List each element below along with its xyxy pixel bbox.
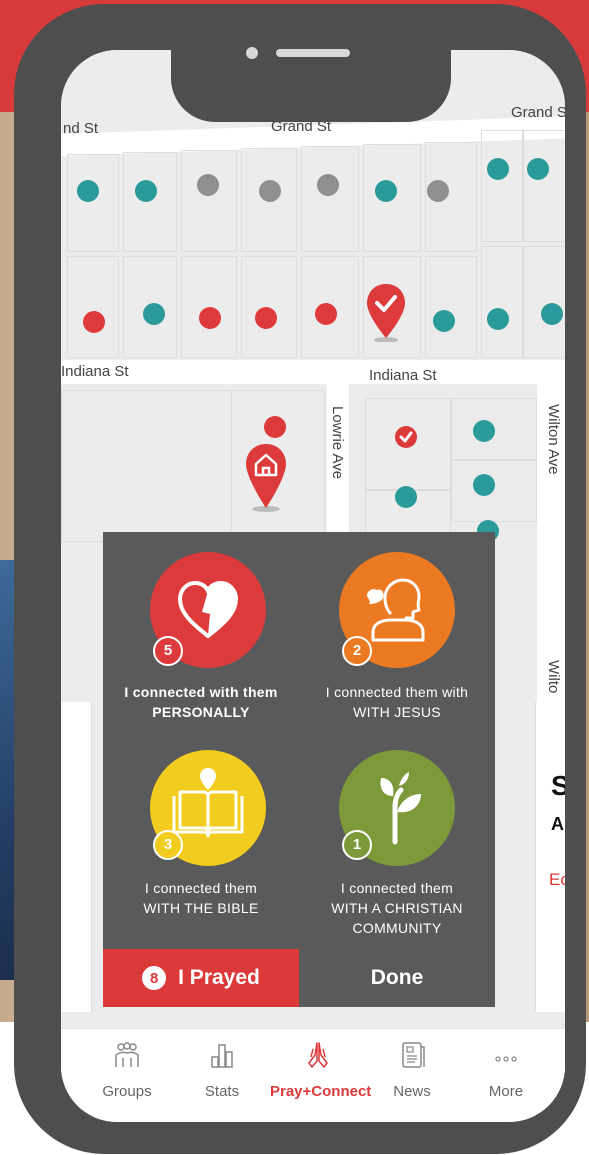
house-marker-teal[interactable]: [433, 310, 455, 332]
map-lot: [523, 246, 565, 358]
house-marker-checked[interactable]: [395, 426, 417, 448]
count-badge-jesus: 2: [342, 636, 372, 666]
house-marker-teal[interactable]: [487, 158, 509, 180]
check-pin-icon: [367, 284, 405, 343]
caption-line: WITH A CHRISTIAN: [331, 900, 463, 916]
speaker-bar: [276, 49, 350, 57]
i-prayed-button[interactable]: 8 I Prayed: [103, 949, 299, 1007]
map-pin-home[interactable]: [244, 442, 288, 517]
house-marker-teal[interactable]: [487, 308, 509, 330]
nav-label-more: More: [488, 1083, 524, 1100]
nav-item-groups[interactable]: Groups: [79, 1029, 175, 1122]
i-prayed-label: I Prayed: [178, 966, 260, 989]
caption-line: WITH JESUS: [353, 704, 441, 720]
stats-icon: [211, 1044, 233, 1068]
bottom-nav: Groups Stats Pray+Connect News More: [61, 1028, 565, 1122]
news-icon: [402, 1042, 425, 1068]
house-marker-red[interactable]: [255, 307, 277, 329]
house-marker-gray[interactable]: [317, 174, 339, 196]
house-marker-teal[interactable]: [77, 180, 99, 202]
caption-line: I connected them with: [325, 684, 469, 700]
nav-item-news[interactable]: News: [364, 1029, 460, 1122]
side-card-left[interactable]: [61, 702, 92, 1012]
map-lot: [123, 152, 177, 252]
nav-label-stats: Stats: [204, 1083, 240, 1100]
house-marker-red[interactable]: [264, 416, 286, 438]
praying-hands-icon: [308, 1042, 328, 1068]
more-icon: [495, 1056, 517, 1062]
map-lot: [523, 130, 565, 242]
nav-label-news: News: [393, 1083, 431, 1100]
map-lot: [301, 146, 359, 252]
street-label-lowrie: Lowrie Ave: [329, 406, 346, 480]
caption-community: I connected them WITH A CHRISTIAN COMMUN…: [299, 878, 495, 938]
house-marker-teal[interactable]: [375, 180, 397, 202]
caption-line: WITH THE BIBLE: [143, 900, 259, 916]
map-lot: [67, 154, 119, 252]
house-marker-gray[interactable]: [427, 180, 449, 202]
house-marker-gray[interactable]: [259, 180, 281, 202]
checkmark-icon: [399, 431, 413, 443]
count-badge-community: 1: [342, 830, 372, 860]
house-marker-red[interactable]: [199, 307, 221, 329]
street-label-wilton-lower: Wilto: [545, 660, 562, 694]
house-marker-teal[interactable]: [135, 180, 157, 202]
caption-line: COMMUNITY: [352, 920, 442, 936]
phone-notch: [171, 50, 451, 122]
house-marker-red[interactable]: [83, 311, 105, 333]
nav-label-groups: Groups: [102, 1083, 152, 1100]
nav-item-stats[interactable]: Stats: [174, 1029, 270, 1122]
map-lot: [181, 150, 237, 252]
groups-icon: [115, 1042, 139, 1067]
house-marker-gray[interactable]: [197, 174, 219, 196]
house-marker-teal[interactable]: [473, 474, 495, 496]
map-lot: [67, 256, 119, 358]
caption-jesus: I connected them with WITH JESUS: [299, 682, 495, 722]
map-lot: [425, 256, 477, 358]
nav-item-more[interactable]: More: [458, 1029, 554, 1122]
side-card-subtitle: A: [551, 814, 564, 834]
caption-bible: I connected them WITH THE BIBLE: [103, 878, 299, 918]
side-card-initial: S: [551, 770, 565, 801]
street-label-grand-left: nd St: [63, 120, 99, 137]
done-button[interactable]: Done: [299, 949, 495, 1007]
house-marker-red[interactable]: [315, 303, 337, 325]
street-label-grand-right: Grand S: [511, 104, 565, 121]
house-marker-teal[interactable]: [395, 486, 417, 508]
house-marker-teal[interactable]: [541, 303, 563, 325]
map-lot: [481, 130, 523, 242]
street-label-indiana-left: Indiana St: [61, 363, 129, 380]
camera-dot: [246, 47, 258, 59]
road-indiana-st: [61, 360, 565, 384]
caption-line: I connected them: [340, 880, 454, 896]
count-badge-bible: 3: [153, 830, 183, 860]
caption-personally: I connected with them PERSONALLY: [103, 682, 299, 722]
count-badge-personally: 5: [153, 636, 183, 666]
house-marker-teal[interactable]: [473, 420, 495, 442]
nav-label-pray-connect: Pray+Connect: [270, 1083, 372, 1100]
map-pin-prayed[interactable]: [365, 282, 407, 347]
house-marker-teal[interactable]: [143, 303, 165, 325]
caption-line: PERSONALLY: [152, 704, 250, 720]
caption-line: I connected them: [144, 880, 258, 896]
house-marker-teal[interactable]: [527, 158, 549, 180]
side-card-right[interactable]: [535, 702, 565, 1012]
street-label-indiana-right: Indiana St: [369, 367, 437, 384]
map-lot: [481, 246, 523, 358]
caption-line: I connected with them: [124, 684, 278, 700]
nav-item-pray-connect[interactable]: Pray+Connect: [270, 1029, 372, 1122]
connect-popup: 5 I connected with them PERSONALLY 2 I c…: [103, 532, 495, 1007]
map-lot: [451, 460, 537, 522]
street-label-wilton: Wilton Ave: [545, 404, 562, 475]
home-pin-icon: [246, 444, 286, 512]
prayed-count-badge: 8: [142, 966, 167, 990]
side-card-link[interactable]: Ec: [549, 870, 565, 890]
